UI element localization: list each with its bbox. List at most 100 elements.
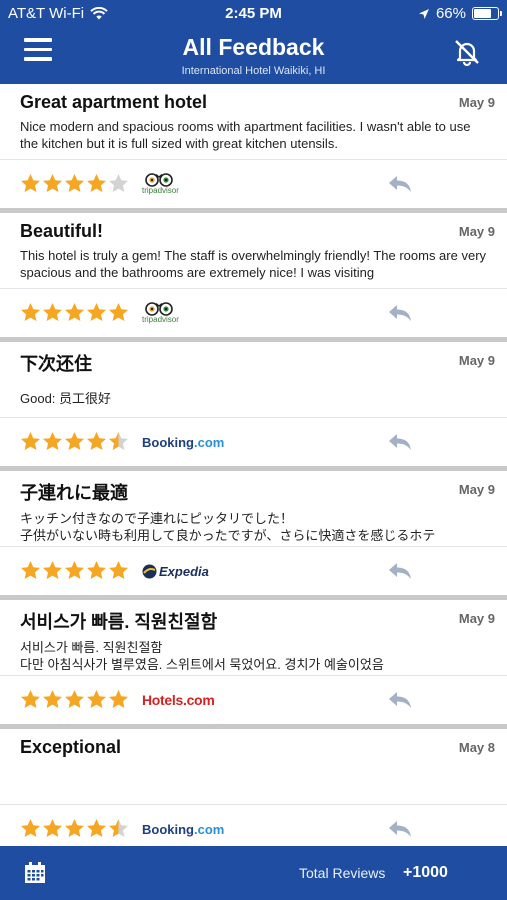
reply-icon xyxy=(389,434,411,450)
star-full-icon xyxy=(65,174,84,192)
source-label: tripadvisor xyxy=(142,315,179,324)
source-label: Expedia xyxy=(159,563,209,579)
star-full-icon xyxy=(109,690,128,708)
star-full-icon xyxy=(43,432,62,450)
star-full-icon xyxy=(21,690,40,708)
review-card[interactable]: 子連れに最適 May 9 キッチン付きなので子連れにピッタリでした！ 子供がいない時… xyxy=(0,471,507,595)
star-full-icon xyxy=(43,690,62,708)
review-card[interactable]: Great apartment hotel May 9 Nice modern an… xyxy=(0,84,507,208)
review-title: 子連れに最適 xyxy=(20,483,128,503)
tripadvisor-logo: tripadvisor xyxy=(142,301,179,325)
review-footer: Booking.com xyxy=(0,805,507,846)
page-subtitle: International Hotel Waikiki, HI xyxy=(181,65,326,77)
star-full-icon xyxy=(87,690,106,708)
hotelscom-logo: Hotels.com xyxy=(142,688,215,712)
booking-logo: Booking.com xyxy=(142,817,224,841)
star-rating xyxy=(20,302,129,323)
reply-button[interactable] xyxy=(387,431,413,453)
page-title: All Feedback xyxy=(182,34,325,60)
review-text: 서비스가 빠름. 직원친절함 다만 아침식사가 별루였음. 스위트에서 묵었어요… xyxy=(20,640,384,672)
reply-button[interactable] xyxy=(387,173,413,195)
battery-percent: 66% xyxy=(435,5,466,22)
review-card[interactable]: Beautiful! May 9 This hotel is truly a gem… xyxy=(0,213,507,337)
reply-button[interactable] xyxy=(387,818,413,840)
review-title: 서비스가 빠름. 직원친절함 xyxy=(20,612,218,632)
review-date: May 9 xyxy=(458,611,495,626)
reply-icon xyxy=(389,305,411,321)
review-date: May 9 xyxy=(458,353,495,368)
source-label: Booking.com xyxy=(142,821,225,837)
star-rating xyxy=(20,560,129,581)
reply-button[interactable] xyxy=(387,302,413,324)
star-rating xyxy=(20,818,129,839)
booking-logo: Booking.com xyxy=(142,430,224,454)
star-empty-icon xyxy=(109,174,128,192)
review-footer: tripadvisor xyxy=(0,160,507,208)
review-text: Nice modern and spacious rooms with apar… xyxy=(20,119,471,151)
nav-bar: All Feedback International Hotel Waikiki… xyxy=(0,28,507,84)
bottom-bar: Total Reviews +1000 xyxy=(0,846,507,900)
star-full-icon xyxy=(21,819,40,837)
star-full-icon xyxy=(21,303,40,321)
status-bar: AT&T Wi-Fi 2:45 PM 66% xyxy=(0,0,507,28)
review-footer: Expedia xyxy=(0,547,507,595)
review-date: May 9 xyxy=(458,482,495,497)
star-full-icon xyxy=(65,819,84,837)
review-card[interactable]: Exceptional May 8 Booking.com xyxy=(0,729,507,846)
feedback-list[interactable]: Great apartment hotel May 9 Nice modern an… xyxy=(0,84,507,846)
review-footer: Booking.com xyxy=(0,418,507,466)
star-rating xyxy=(20,173,129,194)
star-half-icon xyxy=(109,819,128,837)
total-reviews-label: Total Reviews xyxy=(299,865,386,881)
review-title: Great apartment hotel xyxy=(20,92,208,112)
star-full-icon xyxy=(65,303,84,321)
reply-button[interactable] xyxy=(387,689,413,711)
review-text: This hotel is truly a gem! The staff is … xyxy=(20,248,487,280)
review-header: 서비스가 빠름. 직원친절함 May 9 서비스가 빠름. 직원친절함 다만 아침식… xyxy=(0,600,507,676)
review-header: 下次还住 May 9 Good: 员工很好 xyxy=(0,342,507,418)
review-text xyxy=(20,763,487,797)
battery-icon xyxy=(472,7,502,20)
star-full-icon xyxy=(87,303,106,321)
app-header: AT&T Wi-Fi 2:45 PM 66% All Feedback Inte… xyxy=(0,0,507,84)
star-full-icon xyxy=(21,432,40,450)
star-full-icon xyxy=(65,690,84,708)
review-date: May 9 xyxy=(458,95,495,110)
star-rating xyxy=(20,689,129,710)
location-arrow-icon xyxy=(418,8,429,19)
calendar-icon[interactable] xyxy=(24,862,46,884)
star-full-icon xyxy=(87,561,106,579)
review-header: Great apartment hotel May 9 Nice modern an… xyxy=(0,84,507,160)
review-title: Beautiful! xyxy=(20,221,103,241)
status-right: 66% xyxy=(418,5,502,22)
star-full-icon xyxy=(43,174,62,192)
review-title: Exceptional xyxy=(20,737,122,757)
star-full-icon xyxy=(65,432,84,450)
reply-icon xyxy=(389,692,411,708)
star-full-icon xyxy=(43,561,62,579)
source-label: tripadvisor xyxy=(142,186,179,195)
review-card[interactable]: 下次还住 May 9 Good: 员工很好 Booking.com xyxy=(0,342,507,466)
reply-icon xyxy=(389,821,411,837)
review-date: May 9 xyxy=(458,224,495,239)
source-label: Hotels.com xyxy=(142,692,215,708)
notifications-toggle-button[interactable] xyxy=(451,36,483,68)
bell-off-icon xyxy=(455,40,479,67)
total-reviews-value: +1000 xyxy=(403,864,448,881)
reply-button[interactable] xyxy=(387,560,413,582)
review-header: 子連れに最適 May 9 キッチン付きなので子連れにピッタリでした！ 子供がいない時… xyxy=(0,471,507,547)
star-half-icon xyxy=(109,432,128,450)
review-header: Beautiful! May 9 This hotel is truly a gem… xyxy=(0,213,507,289)
review-title: 下次还住 xyxy=(20,354,92,374)
tripadvisor-logo: tripadvisor xyxy=(142,172,179,196)
reply-icon xyxy=(389,176,411,192)
expedia-logo: Expedia xyxy=(142,559,209,583)
star-full-icon xyxy=(87,819,106,837)
source-label: Booking.com xyxy=(142,434,225,450)
star-full-icon xyxy=(43,303,62,321)
star-full-icon xyxy=(65,561,84,579)
star-full-icon xyxy=(21,174,40,192)
review-footer: tripadvisor xyxy=(0,289,507,337)
star-full-icon xyxy=(109,303,128,321)
review-card[interactable]: 서비스가 빠름. 직원친절함 May 9 서비스가 빠름. 직원친절함 다만 아침식… xyxy=(0,600,507,724)
